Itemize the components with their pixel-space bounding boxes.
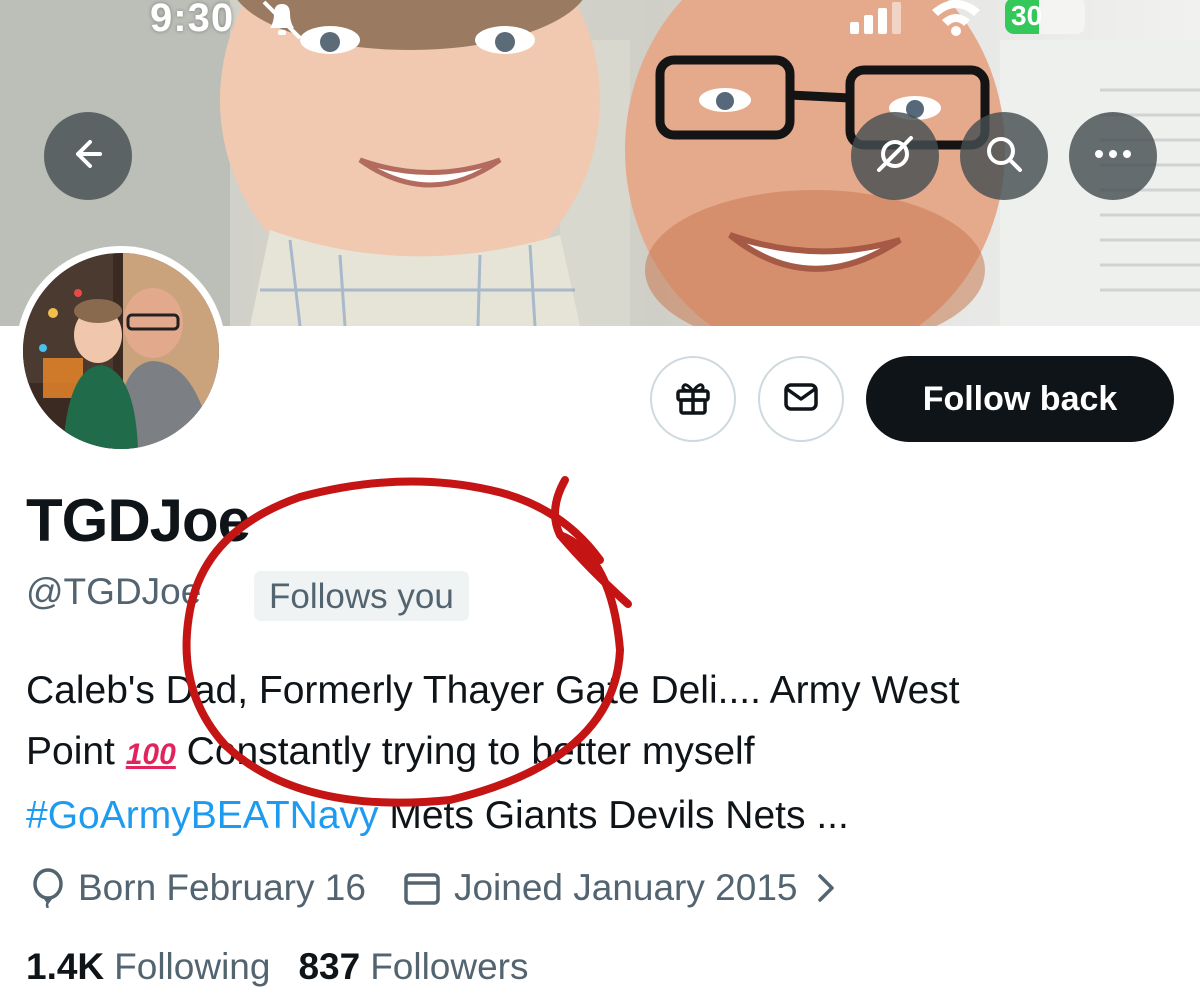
balloon-icon [30, 868, 66, 908]
gift-button[interactable] [650, 356, 736, 442]
followers-label: Followers [370, 946, 529, 987]
status-bar: 9:30 30 [0, 0, 1200, 44]
cellular-signal-icon [850, 2, 906, 39]
grok-button[interactable] [851, 112, 939, 200]
follows-you-badge: Follows you [254, 571, 469, 621]
arrow-left-icon [68, 134, 108, 179]
display-name: TGDJoe [26, 487, 251, 554]
followers-count: 837 [298, 946, 361, 987]
hashtag-link[interactable]: #GoArmyBEATNavy [26, 794, 379, 837]
hundred-points-emoji: 100 [125, 738, 176, 771]
avatar-photo [23, 253, 219, 449]
following-count: 1.4K [26, 946, 105, 987]
battery-indicator: 30 [1005, 0, 1085, 34]
bio-line: Point 100 Constantly trying to better my… [26, 730, 755, 773]
grok-icon [873, 132, 917, 181]
follow-counts: 1.4K Following 837 Followers [26, 946, 529, 988]
chevron-right-icon[interactable] [815, 872, 837, 904]
follow-back-button[interactable]: Follow back [866, 356, 1174, 442]
status-time: 9:30 [150, 0, 235, 40]
user-handle: @TGDJoe [26, 571, 202, 612]
back-button[interactable] [44, 112, 132, 200]
calendar-icon [402, 868, 442, 908]
joined-date-text[interactable]: Joined January 2015 [454, 867, 798, 909]
more-button[interactable] [1069, 112, 1157, 200]
birthday-text: Born February 16 [78, 867, 366, 908]
bio-line: #GoArmyBEATNavy Mets Giants Devils Nets … [26, 794, 849, 837]
message-icon [781, 377, 821, 422]
wifi-icon [930, 0, 982, 41]
silent-bell-icon [258, 0, 306, 45]
search-button[interactable] [960, 112, 1048, 200]
profile-avatar[interactable] [16, 246, 226, 456]
followers-link[interactable]: 837 Followers [298, 946, 528, 988]
more-icon [1093, 147, 1133, 165]
search-icon [983, 133, 1025, 180]
gift-icon [673, 377, 713, 422]
battery-percent: 30 [1011, 0, 1043, 31]
profile-meta: Born February 16 Joined January 2015 [30, 862, 849, 914]
following-link[interactable]: 1.4K Following [26, 946, 270, 988]
following-label: Following [114, 946, 271, 987]
profile-bio: Caleb's Dad, Formerly Thayer Gate Deli..… [26, 660, 1176, 846]
message-button[interactable] [758, 356, 844, 442]
bio-line: Caleb's Dad, Formerly Thayer Gate Deli..… [26, 669, 960, 712]
